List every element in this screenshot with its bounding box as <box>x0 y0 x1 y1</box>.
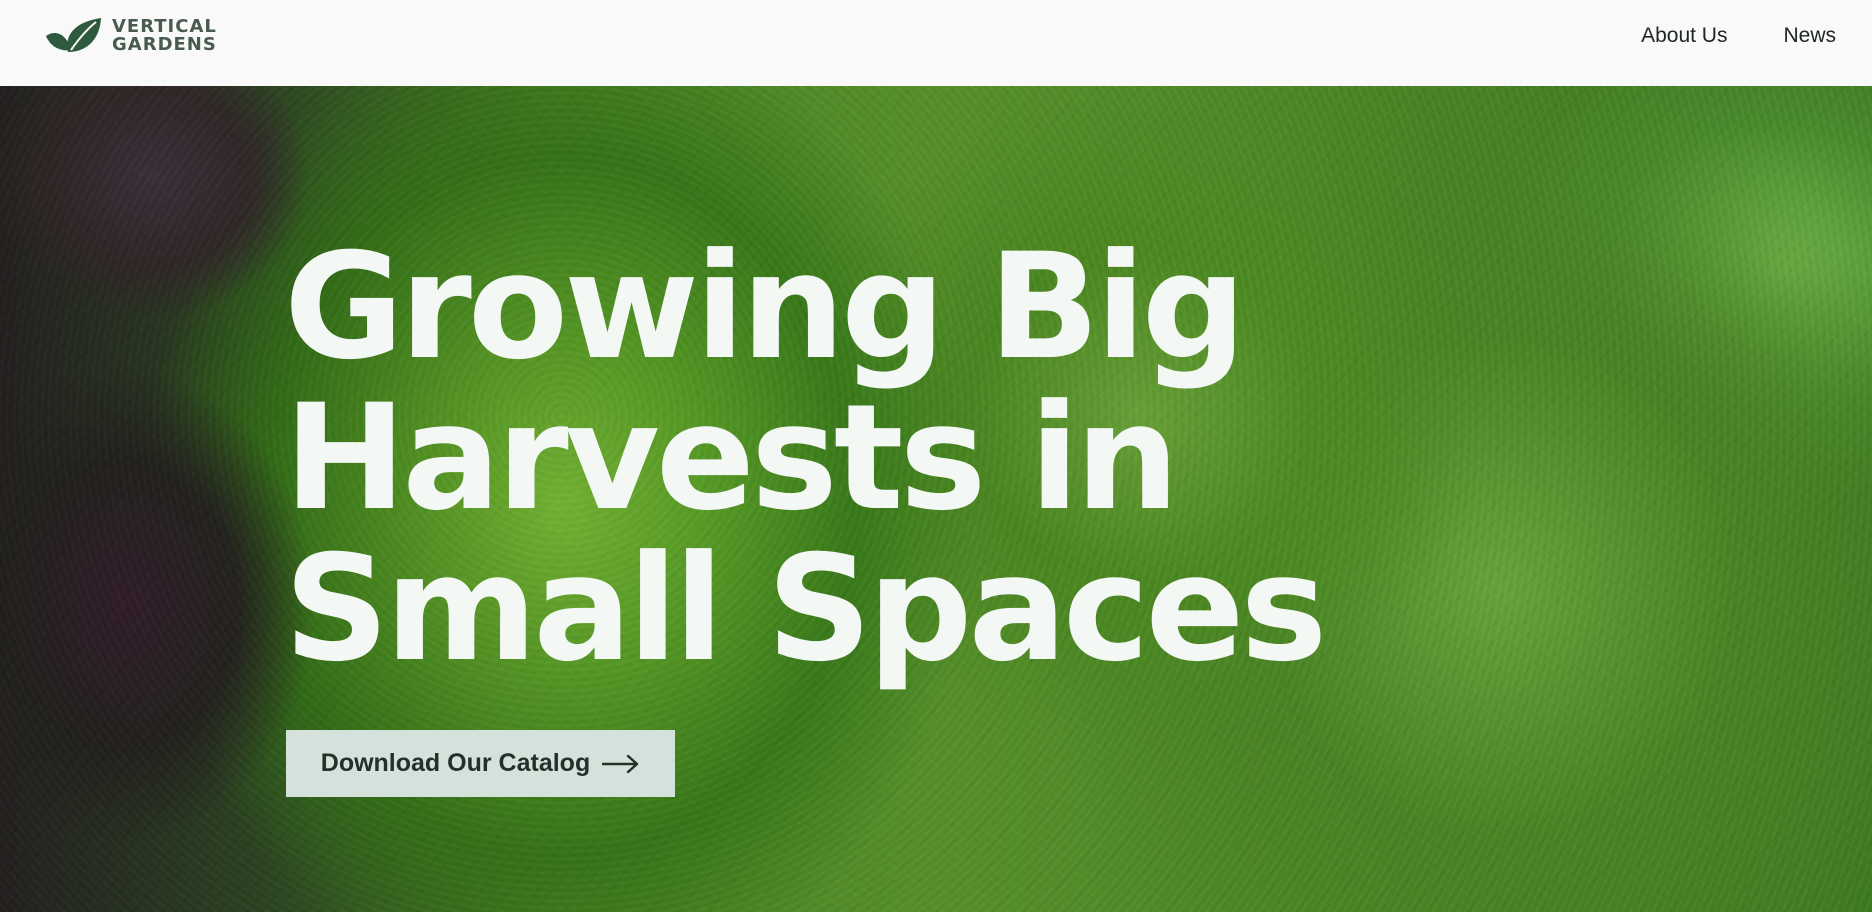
main-nav: About Us News <box>1641 24 1836 48</box>
arrow-right-icon <box>602 754 639 773</box>
site-header: VERTICAL GARDENS About Us News <box>0 0 1872 86</box>
brand-logo[interactable]: VERTICAL GARDENS <box>44 16 217 56</box>
hero-headline: Growing Big Harvests in Small Spaces <box>284 232 1384 685</box>
hero-headline-line1: Growing Big <box>284 222 1246 392</box>
brand-name: VERTICAL GARDENS <box>112 18 217 54</box>
leaf-logo-icon <box>46 18 101 52</box>
hero-headline-line2: Harvests in <box>284 373 1179 543</box>
download-catalog-button[interactable]: Download Our Catalog <box>286 730 675 797</box>
nav-news[interactable]: News <box>1783 24 1836 48</box>
hero-headline-line3: Small Spaces <box>284 524 1327 694</box>
download-catalog-label: Download Our Catalog <box>320 749 591 777</box>
brand-name-line2: GARDENS <box>112 34 217 55</box>
nav-about-us[interactable]: About Us <box>1641 24 1727 48</box>
